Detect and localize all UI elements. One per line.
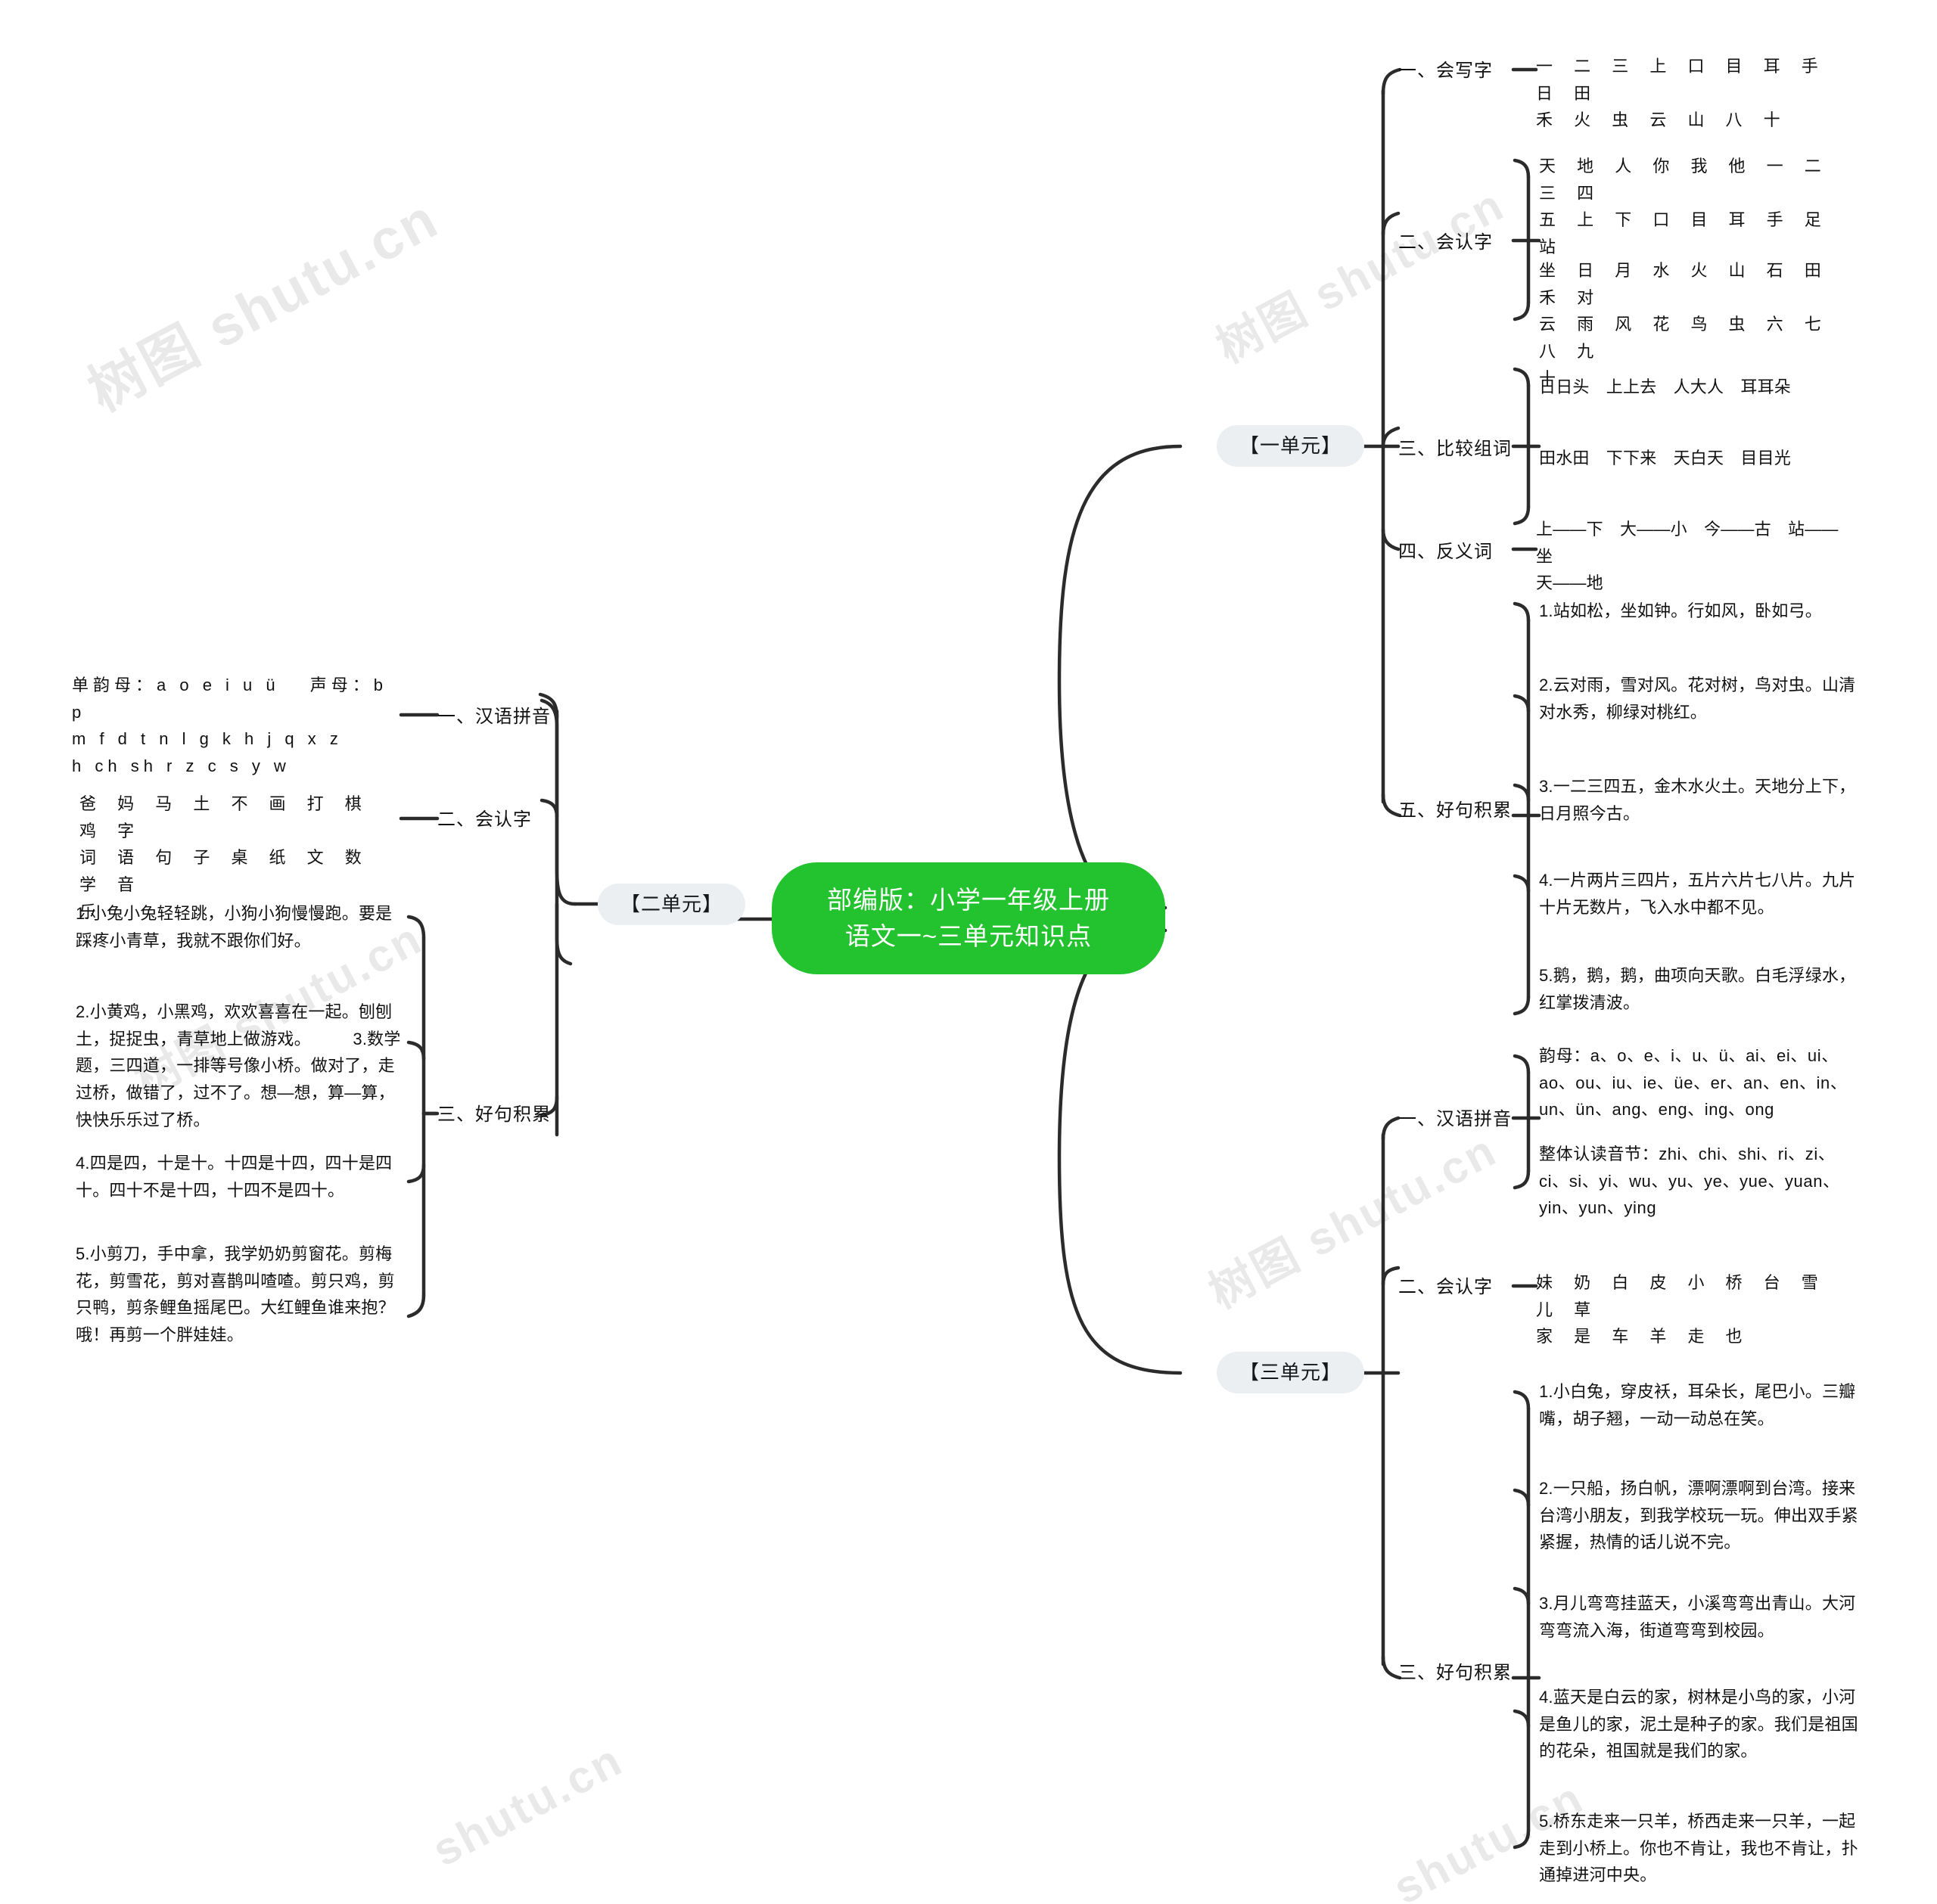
section-label-u3-read[interactable]: 二、会认字: [1398, 1275, 1493, 1299]
watermark: shutu.cn: [424, 1734, 631, 1877]
leaf-u2-sentence-3[interactable]: 4.四是四，十是十。十四是十四，四十是四十。四十不是十四，十四不是四十。: [76, 1150, 409, 1204]
mindmap-canvas: 树图 shutu.cn 树图 shutu.cn shutu.cn 树图 shut…: [0, 0, 1937, 1904]
unit-node-2[interactable]: 【二单元】: [598, 884, 746, 926]
leaf-u1-compare-1[interactable]: 日日头 上上去 人大人 耳耳朵: [1539, 374, 1857, 401]
section-label-u1-compare[interactable]: 三、比较组词: [1398, 437, 1512, 461]
section-label-u3-pinyin[interactable]: 一、汉语拼音: [1398, 1107, 1512, 1131]
leaf-u3-sentence-3[interactable]: 3.月儿弯弯挂蓝天，小溪弯弯出青山。大河弯弯流入海，街道弯弯到校园。: [1539, 1590, 1860, 1644]
leaf-u1-compare-2[interactable]: 田水田 下下来 天白天 目目光: [1539, 445, 1857, 472]
leaf-u1-write-chars[interactable]: 一 二 三 上 口 目 耳 手 日 田 禾 火 虫 云 山 八 十: [1536, 53, 1861, 134]
watermark: 树图 shutu.cn: [78, 186, 449, 424]
unit-node-1[interactable]: 【一单元】: [1217, 425, 1365, 467]
leaf-u1-sentence-1[interactable]: 1.站如松，坐如钟。行如风，卧如弓。: [1539, 598, 1860, 625]
leaf-u2-sentence-1[interactable]: 1.小兔小兔轻轻跳，小狗小狗慢慢跑。要是踩疼小青草，我就不跟你们好。: [76, 900, 409, 954]
unit-node-3[interactable]: 【三单元】: [1217, 1352, 1365, 1394]
leaf-u2-sentence-2[interactable]: 2.小黄鸡，小黑鸡，欢欢喜喜在一起。刨刨土，捉捉虫，青草地上做游戏。 3.数学题…: [76, 999, 409, 1133]
section-label-u1-antonym[interactable]: 四、反义词: [1398, 540, 1493, 564]
leaf-u3-read-chars[interactable]: 妹 奶 白 皮 小 桥 台 雪 儿 草 家 是 车 羊 走 也: [1536, 1269, 1861, 1350]
leaf-u1-antonyms[interactable]: 上——下 大——小 今——古 站——坐 天——地: [1536, 516, 1839, 597]
leaf-u3-sentence-5[interactable]: 5.桥东走来一只羊，桥西走来一只羊，一起走到小桥上。你也不肯让，我也不肯让，扑通…: [1539, 1808, 1860, 1889]
section-label-u1-read[interactable]: 二、会认字: [1398, 231, 1493, 254]
root-node[interactable]: 部编版：小学一年级上册 语文一~三单元知识点: [772, 862, 1165, 974]
section-label-u2-read[interactable]: 二、会认字: [437, 808, 532, 831]
section-label-u2-pinyin[interactable]: 一、汉语拼音: [437, 705, 551, 728]
leaf-u1-sentence-3[interactable]: 3.一二三四五，金木水火土。天地分上下，日月照今古。: [1539, 773, 1860, 827]
leaf-u2-pinyin[interactable]: 单韵母：a o e i u ü 声母：b p m f d t n l g k h…: [72, 672, 401, 780]
leaf-u1-read-chars-1[interactable]: 天 地 人 你 我 他 一 二 三 四 五 上 下 口 目 耳 手 足 站: [1539, 153, 1864, 261]
leaf-u1-sentence-4[interactable]: 4.一片两片三四片，五片六片七八片。九片十片无数片，飞入水中都不见。: [1539, 867, 1860, 921]
leaf-u3-sentence-1[interactable]: 1.小白兔，穿皮袄，耳朵长，尾巴小。三瓣嘴，胡子翘，一动一动总在笑。: [1539, 1378, 1860, 1432]
leaf-u1-sentence-2[interactable]: 2.云对雨，雪对风。花对树，鸟对虫。山清对水秀，柳绿对桃红。: [1539, 672, 1860, 725]
leaf-u3-sentence-4[interactable]: 4.蓝天是白云的家，树林是小鸟的家，小河是鱼儿的家，泥土是种子的家。我们是祖国的…: [1539, 1684, 1860, 1765]
leaf-u2-sentence-4[interactable]: 5.小剪刀，手中拿，我学奶奶剪窗花。剪梅花，剪雪花，剪对喜鹊叫喳喳。剪只鸡，剪只…: [76, 1241, 409, 1349]
section-label-u1-write[interactable]: 一、会写字: [1398, 59, 1493, 82]
section-label-u2-sentences[interactable]: 三、好句积累: [437, 1103, 551, 1126]
watermark: 树图 shutu.cn: [1208, 179, 1513, 373]
leaf-u3-finals[interactable]: 韵母：a、o、e、i、u、ü、ai、ei、ui、ao、ou、iu、ie、üe、e…: [1539, 1042, 1864, 1123]
leaf-u1-sentence-5[interactable]: 5.鹅，鹅，鹅，曲项向天歌。白毛浮绿水，红掌拨清波。: [1539, 962, 1860, 1016]
leaf-u1-read-chars-2[interactable]: 坐 日 月 水 火 山 石 田 禾 对 云 雨 风 花 鸟 虫 六 七 八 九 …: [1539, 257, 1864, 392]
section-label-u1-sentences[interactable]: 五、好句积累: [1398, 799, 1512, 822]
leaf-u3-whole-syllables[interactable]: 整体认读音节：zhi、chi、shi、ri、zi、ci、si、yi、wu、yu、…: [1539, 1141, 1864, 1222]
leaf-u3-sentence-2[interactable]: 2.一只船，扬白帆，漂啊漂啊到台湾。接来台湾小朋友，到我学校玩一玩。伸出双手紧紧…: [1539, 1475, 1860, 1556]
section-label-u3-sentences[interactable]: 三、好句积累: [1398, 1661, 1512, 1685]
